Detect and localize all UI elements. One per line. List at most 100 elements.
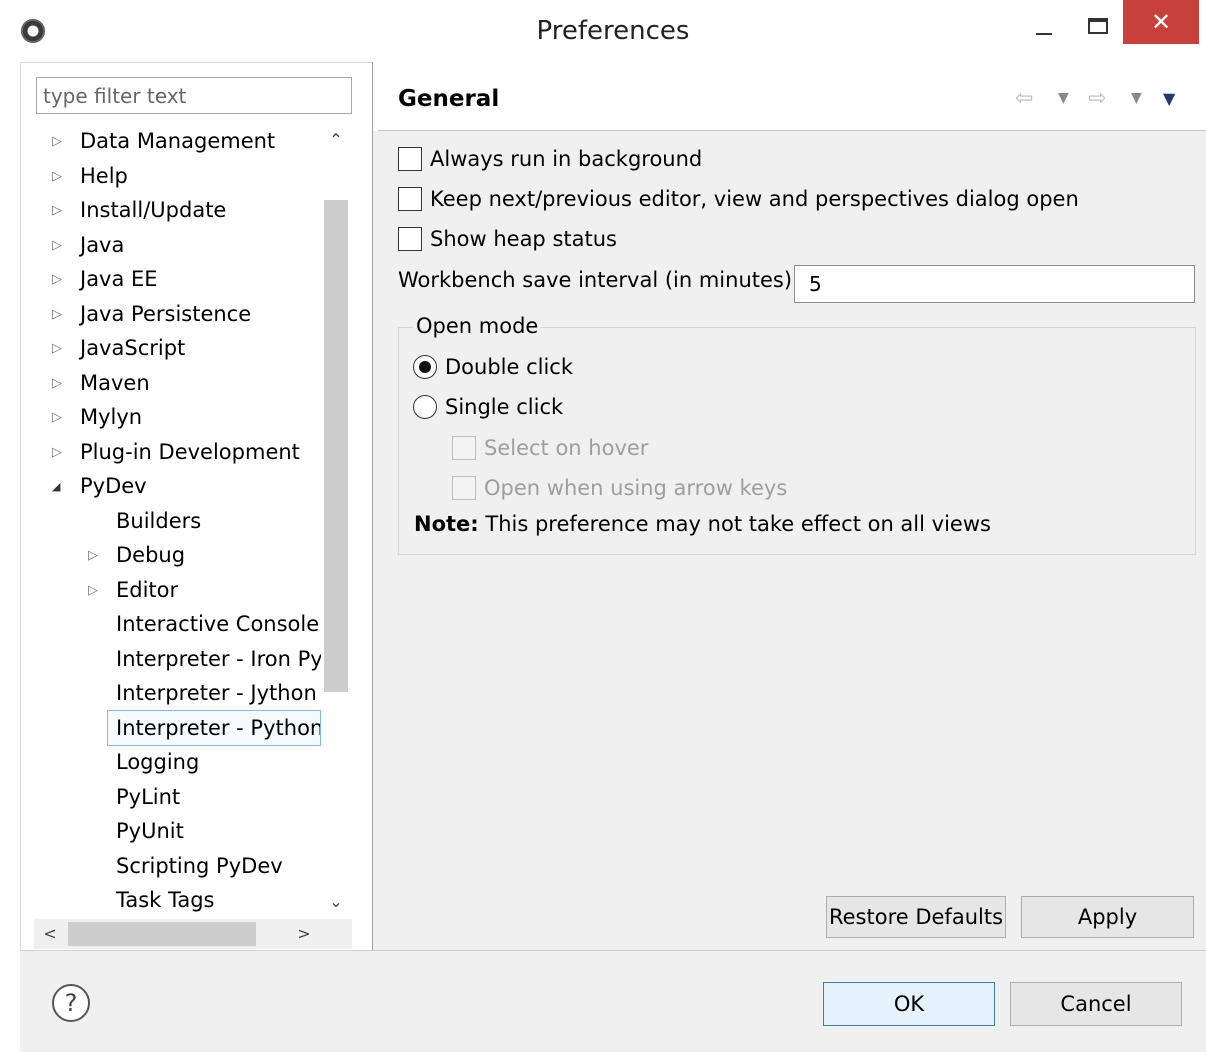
tree-item-label: Help (80, 163, 128, 188)
tree-item-label: Debug (116, 543, 186, 567)
tree-item[interactable]: ▷ Plug-in Development (52, 435, 300, 469)
tree-item-label: PyLint (116, 784, 181, 809)
tree-item[interactable]: PyUnit (116, 814, 184, 848)
collapsed-twisty-icon[interactable]: ▷ (88, 538, 102, 572)
tree-vertical-scrollbar[interactable]: ⌃ ⌄ (321, 123, 351, 919)
show-heap-status-label: Show heap status (430, 227, 617, 251)
tree-item-label: Java EE (80, 267, 158, 291)
tree-item-label: Plug-in Development (80, 439, 300, 464)
always-run-background-label: Always run in background (430, 147, 703, 171)
tree-item-label: Maven (80, 370, 150, 395)
tree-item[interactable]: Logging (116, 745, 199, 779)
page-title: General (398, 86, 500, 112)
collapsed-twisty-icon[interactable]: ▷ (52, 400, 66, 434)
tree-item[interactable]: ▷ Maven (52, 366, 150, 400)
tree-item[interactable]: Interpreter - Jython (116, 676, 317, 710)
maximize-button[interactable] (1088, 18, 1108, 34)
tree-item[interactable]: ▷ Data Management (52, 124, 276, 158)
tree-item-label: Interactive Console (116, 612, 320, 636)
tree-item[interactable]: ▷ Debug (88, 538, 186, 572)
collapsed-twisty-icon[interactable]: ▷ (88, 573, 102, 607)
scroll-thumb[interactable] (324, 200, 348, 692)
back-arrow-icon[interactable]: ⇦ (1015, 86, 1033, 111)
collapsed-twisty-icon[interactable]: ▷ (52, 193, 66, 227)
tree-item[interactable]: ▷ Install/Update (52, 193, 227, 227)
scroll-down-icon[interactable]: ⌄ (321, 885, 351, 919)
scroll-up-icon[interactable]: ⌃ (321, 123, 351, 157)
apply-button[interactable]: Apply (1021, 896, 1194, 938)
expanded-twisty-icon[interactable]: ◢ (52, 469, 66, 503)
close-button[interactable]: ✕ (1123, 0, 1199, 44)
tree-item[interactable]: ▷ Java Persistence (52, 297, 252, 331)
tree-item-label: Interpreter - Jython (116, 681, 317, 705)
collapsed-twisty-icon[interactable]: ▷ (52, 435, 66, 469)
collapsed-twisty-icon[interactable]: ▷ (52, 159, 66, 193)
tree-item[interactable]: Scripting PyDev (116, 849, 283, 883)
tree-item[interactable]: ▷ Help (52, 159, 128, 193)
double-click-label: Double click (445, 355, 574, 379)
tree-item[interactable]: Interpreter - Python (107, 709, 321, 746)
help-icon[interactable]: ? (52, 984, 90, 1022)
tree-item[interactable]: Interpreter - Iron Pyt (116, 642, 321, 676)
tree-item-label: Task Tags (116, 888, 215, 912)
tree-item-label: Install/Update (80, 198, 227, 222)
open-arrow-keys-label: Open when using arrow keys (484, 476, 788, 500)
keep-dialog-open-label: Keep next/previous editor, view and pers… (430, 187, 1079, 211)
tree-item-label: Java (80, 232, 125, 257)
preference-tree: ▷ Data Management ▷ Help ▷ Install/Update ▷ Jav… (34, 123, 321, 919)
tree-item[interactable]: ▷ Mylyn (52, 400, 142, 434)
open-mode-legend: Open mode (413, 314, 542, 338)
tree-item[interactable]: PyLint (116, 780, 180, 814)
tree-item-label: Scripting PyDev (116, 853, 283, 878)
select-on-hover-checkbox (452, 436, 476, 460)
tree-item[interactable]: Builders (116, 504, 201, 538)
show-heap-status-checkbox[interactable] (398, 227, 422, 251)
double-click-radio[interactable] (413, 355, 437, 379)
forward-history-chevron-down-icon[interactable]: ▼ (1131, 90, 1142, 106)
tree-item-label: Interpreter - Iron Pyt (116, 646, 321, 671)
keep-dialog-open-checkbox[interactable] (398, 187, 422, 211)
tree-item-label: Data Management (80, 129, 276, 153)
header-separator (378, 130, 1206, 131)
filter-input[interactable] (36, 77, 352, 114)
save-interval-input[interactable] (794, 265, 1195, 303)
page-header: General (373, 62, 1206, 130)
open-arrow-keys-checkbox (452, 476, 476, 500)
collapsed-twisty-icon[interactable]: ▷ (52, 262, 66, 296)
collapsed-twisty-icon[interactable]: ▷ (52, 297, 66, 331)
scroll-right-icon[interactable]: > (288, 919, 320, 949)
tree-item-label: JavaScript (80, 336, 186, 360)
window-title: Preferences (536, 16, 690, 46)
tree-item-label: PyDev (80, 474, 147, 498)
tree-horizontal-scrollbar[interactable]: < > (34, 919, 320, 949)
always-run-background-checkbox[interactable] (398, 147, 422, 171)
collapsed-twisty-icon[interactable]: ▷ (52, 366, 66, 400)
single-click-label: Single click (445, 395, 564, 419)
scroll-left-icon[interactable]: < (34, 919, 66, 949)
tree-item-label: Editor (116, 577, 179, 602)
open-mode-note: Note: This preference may not take effec… (414, 512, 991, 536)
tree-item[interactable]: Interactive Console (116, 607, 319, 641)
restore-defaults-button[interactable]: Restore Defaults (826, 896, 1006, 938)
cancel-button[interactable]: Cancel (1010, 982, 1182, 1026)
tree-item[interactable]: Task Tags (116, 883, 215, 917)
minimize-button[interactable] (1036, 33, 1052, 35)
back-history-chevron-down-icon[interactable]: ▼ (1058, 90, 1069, 106)
tree-item[interactable]: ◢ PyDev (52, 469, 147, 503)
forward-arrow-icon[interactable]: ⇨ (1088, 86, 1106, 111)
collapsed-twisty-icon[interactable]: ▷ (52, 228, 66, 262)
view-menu-chevron-down-icon[interactable]: ▼ (1163, 89, 1175, 108)
collapsed-twisty-icon[interactable]: ▷ (52, 124, 66, 158)
tree-item-label: PyUnit (116, 819, 184, 843)
tree-item[interactable]: ▷ JavaScript (52, 331, 186, 365)
horizontal-scroll-thumb[interactable] (68, 922, 256, 946)
tree-item-label: Interpreter - Python (116, 715, 321, 740)
tree-item-label: Java Persistence (80, 301, 252, 326)
tree-item[interactable]: ▷ Editor (88, 573, 179, 607)
tree-item[interactable]: ▷ Java (52, 228, 125, 262)
single-click-radio[interactable] (413, 395, 437, 419)
tree-item[interactable]: ▷ Java EE (52, 262, 158, 296)
note-prefix: Note: (414, 512, 479, 536)
ok-button[interactable]: OK (823, 982, 995, 1026)
collapsed-twisty-icon[interactable]: ▷ (52, 331, 66, 365)
